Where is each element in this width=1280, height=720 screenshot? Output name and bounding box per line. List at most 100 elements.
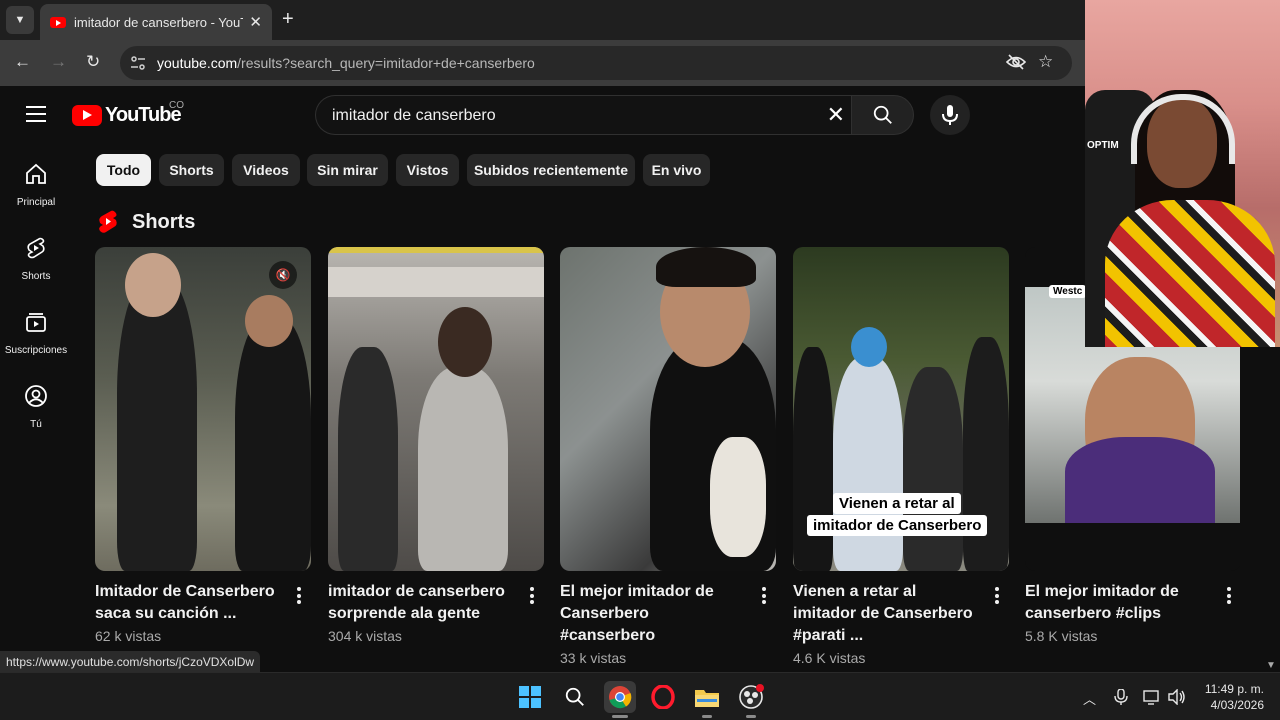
shorts-icon (27, 237, 45, 259)
short-thumbnail[interactable] (560, 247, 776, 571)
chip-shorts[interactable]: Shorts (159, 154, 224, 186)
clock-date: 4/03/2026 (1210, 698, 1264, 712)
microphone-icon (942, 105, 958, 125)
short-card[interactable]: 🔇 Imitador de Canserbero saca su canción… (95, 247, 311, 644)
chevron-up-icon[interactable]: ︿ (1083, 689, 1096, 708)
clock-time: 11:49 p. m. (1204, 682, 1264, 696)
thumbnail-caption-line2: imitador de Canserbero (807, 515, 988, 536)
search-icon (873, 105, 892, 124)
short-views: 5.8 K vistas (1025, 628, 1098, 644)
chip-todo[interactable]: Todo (96, 154, 151, 186)
browser-tab-bar: ▼ imitador de canserbero - YouTube ✕ + (0, 0, 1085, 40)
shorts-section-header: Shorts (98, 210, 195, 234)
new-tab-icon[interactable]: + (282, 8, 294, 31)
short-card[interactable]: imitador de canserbero sorprende ala gen… (328, 247, 544, 644)
microphone-tray-icon[interactable] (1114, 688, 1128, 708)
short-meta: imitador de canserbero sorprende ala gen… (328, 581, 544, 644)
file-explorer-icon[interactable] (693, 683, 721, 711)
short-meta: Vienen a retar al imitador de Canserbero… (793, 581, 1009, 666)
forward-arrow-icon[interactable]: → (50, 52, 67, 72)
opera-icon[interactable] (649, 683, 677, 711)
short-title[interactable]: imitador de canserbero sorprende ala gen… (328, 581, 510, 625)
windows-start-icon[interactable] (516, 683, 544, 711)
short-views: 33 k vistas (560, 650, 627, 666)
volume-icon[interactable] (1168, 688, 1186, 708)
more-options-icon[interactable] (297, 587, 301, 607)
more-options-icon[interactable] (1227, 587, 1231, 607)
youtube-favicon-icon (50, 16, 66, 28)
short-card[interactable]: El mejor imitador de Canserbero #canserb… (560, 247, 776, 666)
short-meta: El mejor imitador de canserbero #clips 5… (1025, 581, 1241, 644)
sidebar-item-shorts[interactable]: Shorts (0, 218, 72, 288)
sidebar-item-you[interactable]: Tú (0, 366, 72, 436)
more-options-icon[interactable] (762, 587, 766, 607)
short-thumbnail[interactable] (328, 247, 544, 571)
sidebar-item-label: Shorts (21, 271, 51, 282)
short-views: 4.6 K vistas (793, 650, 866, 666)
obs-icon[interactable] (737, 683, 765, 711)
clear-search-icon[interactable]: ✕ (827, 102, 845, 128)
webcam-overlay: OPTIM (1085, 0, 1280, 347)
home-icon (26, 163, 46, 184)
sidebar-item-label: Suscripciones (4, 345, 68, 356)
muted-speaker-icon[interactable]: 🔇 (269, 261, 297, 289)
tab-search-button[interactable]: ▼ (6, 6, 34, 34)
back-arrow-icon[interactable]: ← (14, 52, 31, 72)
youtube-play-icon (72, 105, 102, 126)
webcam-bg (1240, 347, 1280, 647)
chip-sin-mirar[interactable]: Sin mirar (307, 154, 388, 186)
short-meta: El mejor imitador de Canserbero #canserb… (560, 581, 776, 666)
sidebar-item-label: Tú (30, 419, 42, 430)
thumbnail-caption-line1: Vienen a retar al (833, 493, 961, 514)
short-card[interactable]: Vienen a retar al imitador de Canserbero… (793, 247, 1009, 666)
shorts-logo-icon (99, 210, 117, 233)
screen: ▼ imitador de canserbero - YouTube ✕ + ←… (0, 0, 1280, 720)
thumbnail-caption: Westc (1049, 285, 1087, 298)
short-title[interactable]: Imitador de Canserbero saca su canción .… (95, 581, 277, 625)
windows-taskbar: ︿ 11:49 p. m. 4/03/2026 (0, 672, 1280, 720)
country-code: CO (169, 100, 184, 111)
youtube-logo[interactable]: YouTube CO (72, 100, 184, 127)
youtube-header: YouTube CO imitador de canserbero ✕ (0, 86, 1085, 144)
url-text: youtube.com/results?search_query=imitado… (157, 55, 535, 71)
voice-search-button[interactable] (930, 95, 970, 135)
status-url-bar: https://www.youtube.com/shorts/jCzoVDXol… (0, 651, 261, 673)
sidebar-item-label: Principal (16, 197, 56, 208)
bookmark-star-icon[interactable]: ☆ (1038, 52, 1053, 72)
menu-icon[interactable] (26, 106, 46, 122)
short-thumbnail[interactable]: 🔇 (95, 247, 311, 571)
short-title[interactable]: El mejor imitador de canserbero #clips (1025, 581, 1207, 625)
eye-slash-icon[interactable] (1005, 53, 1027, 75)
short-meta: Imitador de Canserbero saca su canción .… (95, 581, 311, 644)
short-thumbnail[interactable]: Vienen a retar al imitador de Canserbero (793, 247, 1009, 571)
more-options-icon[interactable] (530, 587, 534, 607)
scroll-down-arrow-icon[interactable]: ▼ (1266, 660, 1276, 671)
browser-toolbar: ← → ↻ youtube.com/results?search_query=i… (0, 40, 1085, 86)
chip-subidos-recientemente[interactable]: Subidos recientemente (467, 154, 635, 186)
browser-tab[interactable]: imitador de canserbero - YouTube ✕ (40, 4, 272, 40)
site-info-icon[interactable] (130, 55, 146, 71)
more-options-icon[interactable] (995, 587, 999, 607)
short-title[interactable]: Vienen a retar al imitador de Canserbero… (793, 581, 975, 647)
short-views: 62 k vistas (95, 628, 162, 644)
chip-videos[interactable]: Videos (232, 154, 300, 186)
chrome-icon[interactable] (604, 681, 636, 713)
system-clock[interactable]: 11:49 p. m. 4/03/2026 (1194, 681, 1264, 713)
address-bar[interactable]: youtube.com/results?search_query=imitado… (120, 46, 1072, 80)
shorts-section-title: Shorts (132, 210, 196, 233)
network-icon[interactable] (1143, 689, 1161, 708)
you-icon (25, 385, 47, 407)
reload-icon[interactable]: ↻ (86, 52, 100, 72)
chip-en-vivo[interactable]: En vivo (643, 154, 710, 186)
search-icon[interactable] (561, 683, 589, 711)
close-tab-icon[interactable]: ✕ (249, 13, 262, 31)
sidebar-item-subscriptions[interactable]: Suscripciones (0, 292, 72, 362)
short-title[interactable]: El mejor imitador de Canserbero #canserb… (560, 581, 742, 647)
tab-title: imitador de canserbero - YouTube (74, 14, 243, 30)
chip-vistos[interactable]: Vistos (396, 154, 459, 186)
chair-brand-text: OPTIM (1087, 140, 1119, 151)
search-input[interactable]: imitador de canserbero ✕ (315, 95, 851, 135)
subscriptions-icon (26, 313, 46, 332)
search-button[interactable] (851, 95, 914, 135)
sidebar-item-home[interactable]: Principal (0, 144, 72, 214)
